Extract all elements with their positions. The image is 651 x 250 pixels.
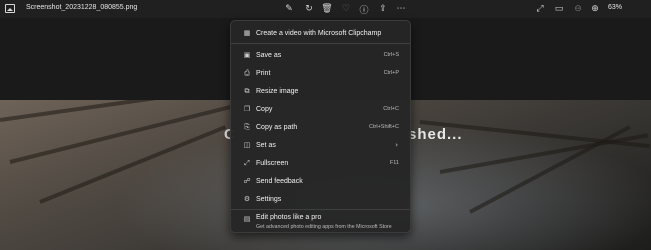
menu-item-shortcut: Ctrl+C bbox=[383, 106, 399, 112]
favorite-icon[interactable]: ♡ bbox=[339, 2, 353, 16]
promo-subtitle: Get advanced photo editing apps from the… bbox=[256, 224, 392, 230]
photos-app-icon bbox=[5, 4, 15, 13]
menu-item-label: Send feedback bbox=[256, 177, 303, 185]
menu-item-copy[interactable]: ❐ Copy Ctrl+C bbox=[231, 100, 410, 118]
copy-path-icon: ⎘ bbox=[244, 122, 250, 131]
gear-icon: ⚙ bbox=[243, 195, 251, 203]
menu-item-save-as[interactable]: ▣ Save as Ctrl+S bbox=[231, 46, 410, 64]
info-icon[interactable]: ⓘ bbox=[357, 2, 371, 16]
zoom-level[interactable]: 63% bbox=[608, 4, 622, 11]
menu-separator bbox=[231, 209, 410, 210]
menu-item-label: Fullscreen bbox=[256, 159, 289, 167]
menu-item-label: Create a video with Microsoft Clipchamp bbox=[256, 29, 382, 37]
menu-item-set-as[interactable]: ◫ Set as › bbox=[231, 136, 410, 154]
menu-item-label: Set as bbox=[256, 141, 276, 149]
menu-item-edit-photos-promo[interactable]: ▤ Edit photos like a pro Get advanced ph… bbox=[231, 213, 410, 233]
menu-item-shortcut: Ctrl+Shift+C bbox=[369, 124, 399, 130]
title-bar: Screenshot_20231228_080855.png ✎ ↻ 🗑 ♡ ⓘ… bbox=[0, 0, 651, 18]
menu-item-resize-image[interactable]: ⧉ Resize image bbox=[231, 82, 410, 100]
menu-item-shortcut: F11 bbox=[389, 160, 399, 166]
menu-item-label: Settings bbox=[256, 195, 282, 203]
menu-item-print[interactable]: ⎙ Print Ctrl+P bbox=[231, 64, 410, 82]
menu-item-label: Resize image bbox=[256, 87, 299, 95]
more-options-icon[interactable]: ⋯ bbox=[394, 2, 408, 16]
menu-item-shortcut: Ctrl+P bbox=[383, 70, 399, 76]
promo-title: Edit photos like a pro bbox=[256, 214, 322, 221]
menu-item-settings[interactable]: ⚙ Settings bbox=[231, 190, 410, 208]
menu-item-label: Save as bbox=[256, 51, 282, 59]
video-icon: ▦ bbox=[243, 29, 251, 37]
menu-item-create-video[interactable]: ▦ Create a video with Microsoft Clipcham… bbox=[231, 24, 410, 42]
zoom-out-icon[interactable]: ⊖ bbox=[571, 2, 585, 16]
menu-item-send-feedback[interactable]: ☍ Send feedback bbox=[231, 172, 410, 190]
slideshow-icon[interactable]: ▭ bbox=[552, 2, 566, 16]
resize-icon: ⧉ bbox=[244, 86, 250, 95]
set-as-icon: ◫ bbox=[243, 141, 251, 149]
menu-item-fullscreen[interactable]: ⤢ Fullscreen F11 bbox=[231, 154, 410, 172]
store-icon: ▤ bbox=[243, 215, 251, 223]
delete-icon[interactable]: 🗑 bbox=[320, 2, 334, 16]
feedback-icon: ☍ bbox=[243, 177, 251, 185]
edit-image-icon[interactable]: ✎ bbox=[282, 2, 296, 16]
zoom-in-icon[interactable]: ⊕ bbox=[588, 2, 602, 16]
copy-icon: ❐ bbox=[243, 105, 251, 113]
menu-item-copy-as-path[interactable]: ⎘ Copy as path Ctrl+Shift+C bbox=[231, 118, 410, 136]
file-name: Screenshot_20231228_080855.png bbox=[26, 4, 138, 11]
share-icon[interactable]: ⇪ bbox=[376, 2, 390, 16]
fullscreen-icon: ⤢ bbox=[244, 158, 250, 167]
image-caption-right: shed... bbox=[408, 126, 463, 143]
menu-item-label: Copy bbox=[256, 105, 273, 113]
more-options-menu: ▦ Create a video with Microsoft Clipcham… bbox=[230, 20, 411, 233]
menu-item-label: Print bbox=[256, 69, 271, 77]
rotate-icon[interactable]: ↻ bbox=[302, 2, 316, 16]
menu-separator bbox=[231, 43, 410, 44]
save-icon: ▣ bbox=[243, 51, 251, 59]
print-icon: ⎙ bbox=[244, 68, 250, 77]
fullscreen-icon[interactable]: ⤢ bbox=[533, 2, 547, 16]
chevron-right-icon: › bbox=[395, 141, 398, 149]
menu-item-label: Copy as path bbox=[256, 123, 298, 131]
menu-item-shortcut: Ctrl+S bbox=[383, 52, 399, 58]
